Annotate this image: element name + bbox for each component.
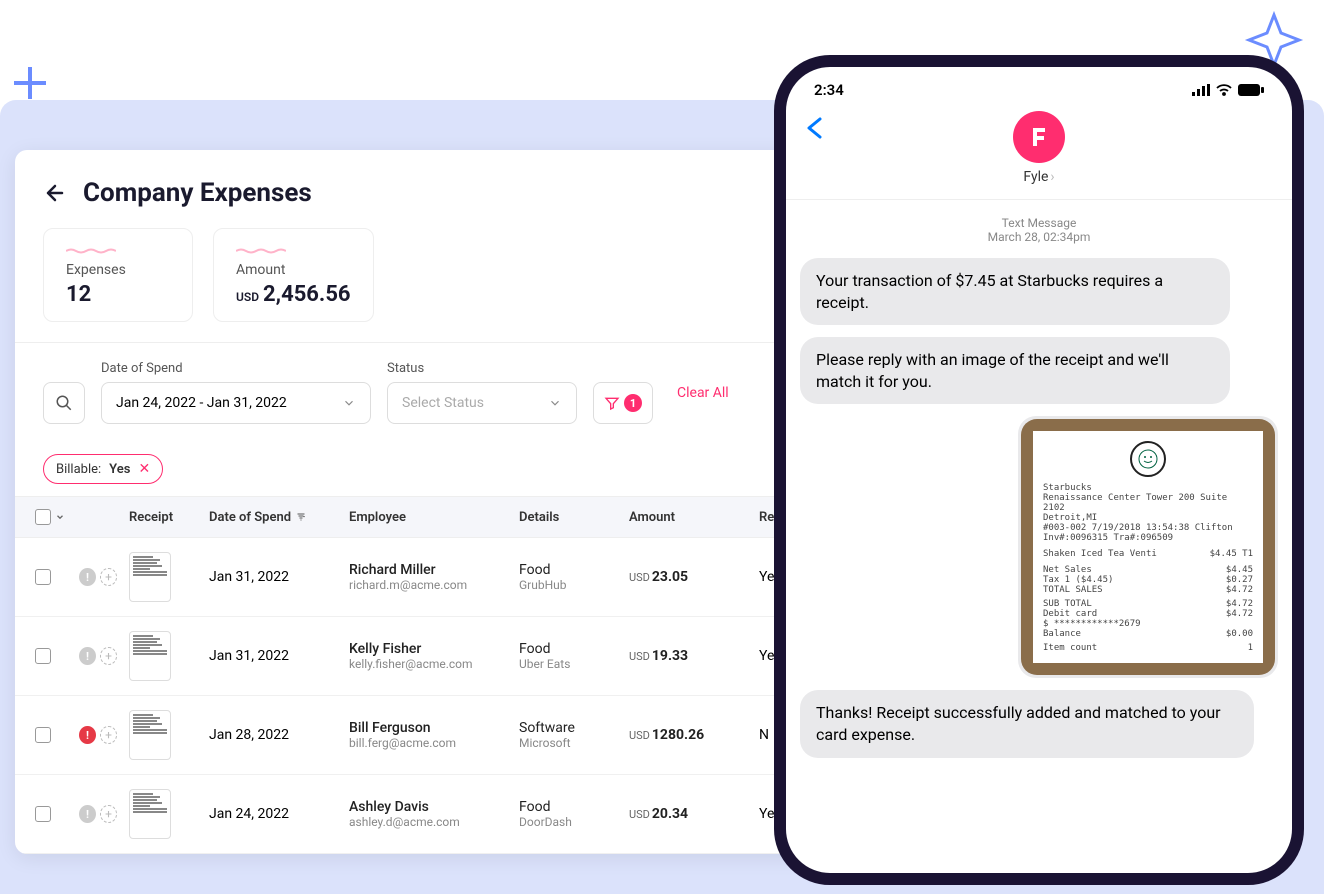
receipt-attachment[interactable]: Starbucks Renaissance Center Tower 200 S… <box>1018 416 1278 678</box>
cell-date: Jan 31, 2022 <box>203 648 343 664</box>
phone-time: 2:34 <box>814 81 844 99</box>
stat-value: 12 <box>66 282 170 307</box>
chip-remove-icon[interactable]: ✕ <box>138 461 150 477</box>
wifi-icon <box>1216 84 1232 96</box>
phone-mockup: 2:34 Fyle› Text Message March 28, 02:34p… <box>774 55 1304 885</box>
search-icon <box>55 394 73 412</box>
add-tag-icon[interactable]: + <box>100 568 117 586</box>
cell-details: FoodGrubHub <box>513 562 623 592</box>
sort-icon <box>295 511 307 523</box>
select-all-checkbox[interactable] <box>35 509 51 525</box>
plus-decoration <box>12 65 48 101</box>
stat-value: USD2,456.56 <box>236 282 351 307</box>
cell-details: SoftwareMicrosoft <box>513 720 623 750</box>
status-filter-label: Status <box>387 361 577 376</box>
row-checkbox[interactable] <box>35 727 51 743</box>
status-indicator-icon: ! <box>79 805 96 823</box>
contact-name[interactable]: Fyle› <box>786 169 1292 185</box>
chevron-down-icon[interactable] <box>55 512 65 522</box>
add-tag-icon[interactable]: + <box>100 805 117 823</box>
chevron-down-icon <box>342 396 356 410</box>
cell-details: FoodDoorDash <box>513 799 623 829</box>
stat-amount: Amount USD2,456.56 <box>213 228 374 322</box>
row-checkbox[interactable] <box>35 648 51 664</box>
cell-employee: Ashley Davisashley.d@acme.com <box>343 799 513 829</box>
cell-employee: Bill Fergusonbill.ferg@acme.com <box>343 720 513 750</box>
status-indicator-icon: ! <box>79 568 96 586</box>
stat-label: Expenses <box>66 262 170 278</box>
cell-employee: Richard Millerrichard.m@acme.com <box>343 562 513 592</box>
filter-icon <box>604 395 620 411</box>
filter-count-badge: 1 <box>624 394 642 412</box>
status-indicator-icon: ! <box>79 726 96 744</box>
battery-icon <box>1238 84 1264 96</box>
col-amount[interactable]: Amount <box>623 510 753 525</box>
date-range-select[interactable]: Jan 24, 2022 - Jan 31, 2022 <box>101 382 371 424</box>
col-date[interactable]: Date of Spend <box>203 510 343 525</box>
row-checkbox[interactable] <box>35 806 51 822</box>
cell-amount: USD20.34 <box>623 806 753 822</box>
filter-button[interactable]: 1 <box>593 382 653 424</box>
clear-all-link[interactable]: Clear All <box>669 385 729 401</box>
page-title: Company Expenses <box>83 178 312 208</box>
filter-chip-billable[interactable]: Billable: Yes ✕ <box>43 454 163 484</box>
col-details[interactable]: Details <box>513 510 623 525</box>
col-employee[interactable]: Employee <box>343 510 513 525</box>
cell-date: Jan 24, 2022 <box>203 806 343 822</box>
stat-label: Amount <box>236 262 351 278</box>
receipt-thumbnail[interactable] <box>129 789 171 839</box>
cell-employee: Kelly Fisherkelly.fisher@acme.com <box>343 641 513 671</box>
signal-icon <box>1192 84 1210 96</box>
status-indicator-icon: ! <box>79 647 96 665</box>
contact-avatar[interactable] <box>1013 111 1065 163</box>
cell-amount: USD19.33 <box>623 648 753 664</box>
receipt-thumbnail[interactable] <box>129 710 171 760</box>
cell-amount: USD23.05 <box>623 569 753 585</box>
message-header: Fyle› <box>786 103 1292 200</box>
cell-details: FoodUber Eats <box>513 641 623 671</box>
cell-date: Jan 28, 2022 <box>203 727 343 743</box>
cell-date: Jan 31, 2022 <box>203 569 343 585</box>
search-button[interactable] <box>43 382 85 424</box>
add-tag-icon[interactable]: + <box>100 647 117 665</box>
add-tag-icon[interactable]: + <box>100 726 117 744</box>
status-select[interactable]: Select Status <box>387 382 577 424</box>
messages-back-button[interactable] <box>806 117 822 145</box>
phone-status-bar: 2:34 <box>786 67 1292 103</box>
row-checkbox[interactable] <box>35 569 51 585</box>
message-timestamp: Text Message March 28, 02:34pm <box>786 200 1292 250</box>
message-bubble[interactable]: Please reply with an image of the receip… <box>800 337 1230 404</box>
message-bubble[interactable]: Thanks! Receipt successfully added and m… <box>800 690 1254 757</box>
cell-amount: USD1280.26 <box>623 727 753 743</box>
date-filter-label: Date of Spend <box>101 361 371 376</box>
back-arrow-icon[interactable] <box>43 181 67 205</box>
receipt-thumbnail[interactable] <box>129 631 171 681</box>
starbucks-logo-icon <box>1130 441 1166 477</box>
message-bubble[interactable]: Your transaction of $7.45 at Starbucks r… <box>800 258 1230 325</box>
chevron-down-icon <box>548 396 562 410</box>
receipt-thumbnail[interactable] <box>129 552 171 602</box>
col-receipt[interactable]: Receipt <box>123 510 203 525</box>
stat-expenses: Expenses 12 <box>43 228 193 322</box>
